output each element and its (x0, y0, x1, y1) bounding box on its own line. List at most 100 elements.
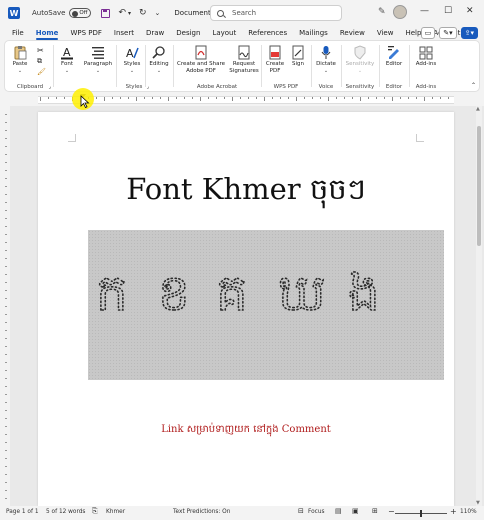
ruler-tick (176, 97, 177, 99)
share-button[interactable]: ⇪▾ (460, 27, 478, 39)
ruler-tick (280, 97, 281, 99)
ruler-tick (424, 97, 425, 101)
minimize-button[interactable]: — (420, 6, 429, 16)
search-box[interactable]: Search (210, 5, 342, 21)
undo-dropdown-icon[interactable]: ▾ (128, 10, 131, 17)
ruler-tick (352, 97, 353, 99)
sign-button[interactable]: Sign (287, 43, 309, 68)
create-pdf-label: Create PDF (265, 61, 285, 74)
add-ins-group-label: Add-ins (415, 84, 437, 90)
copy-icon[interactable]: ⧉ (37, 57, 42, 66)
customize-toolbar-icon[interactable]: ⌄ (155, 9, 161, 17)
ruler-tick (432, 97, 433, 99)
search-icon (217, 9, 224, 17)
create-share-adobe-pdf-button[interactable]: Create and Share Adobe PDF (176, 43, 226, 74)
styles-icon: A (125, 45, 140, 60)
maximize-button[interactable]: ☐ (444, 6, 452, 16)
zoom-out-button[interactable]: − (388, 507, 395, 516)
focus-icon[interactable]: ⊟ (298, 507, 304, 515)
word-count[interactable]: 5 of 12 words (46, 509, 85, 515)
sensitivity-chevron-icon: ⌄ (357, 67, 363, 74)
search-placeholder: Search (232, 9, 257, 17)
tab-wps-pdf[interactable]: WPS PDF (70, 26, 101, 40)
create-pdf-button[interactable]: Create PDF (263, 43, 287, 74)
autosave-toggle[interactable]: Off (69, 8, 92, 18)
document-page[interactable]: Font Khmer ចុចៗ ក ខ គ ឃ ង Link សម្រាប់ទា… (38, 112, 454, 506)
ruler-tick (5, 354, 7, 355)
ruler-tick (5, 290, 7, 291)
ruler-tick (344, 97, 345, 99)
tab-view[interactable]: View (377, 26, 394, 40)
tab-insert[interactable]: Insert (114, 26, 134, 40)
ruler-tick (200, 97, 201, 101)
zoom-in-button[interactable]: + (450, 507, 457, 516)
editing-mode-button[interactable]: ✎▾ (439, 27, 457, 39)
page-count[interactable]: Page 1 of 1 (6, 509, 39, 515)
zoom-slider-thumb[interactable] (420, 510, 422, 517)
clipboard-launcher-icon[interactable]: ⌟ (49, 84, 51, 90)
text-predictions[interactable]: Text Predictions: On (173, 509, 230, 515)
editor-icon (387, 45, 402, 60)
avatar[interactable] (393, 5, 407, 19)
scroll-up-icon[interactable]: ▲ (476, 106, 480, 112)
ruler-tick (5, 482, 7, 483)
ruler-tick (304, 97, 305, 99)
pen-icon[interactable]: ✎ (378, 7, 386, 17)
web-layout-icon[interactable]: ⊞ (372, 507, 378, 515)
add-ins-button[interactable]: Add-ins (414, 43, 438, 68)
editor-button[interactable]: Editor (382, 43, 406, 68)
paragraph-icon (91, 45, 106, 60)
scrollbar-thumb[interactable] (477, 126, 481, 246)
khmer-dotted-letters-image[interactable]: ក ខ គ ឃ ង (88, 230, 444, 380)
adobe-pdf-icon (194, 45, 209, 60)
close-button[interactable]: ✕ (466, 6, 474, 16)
adobe-acrobat-group-label: Adobe Acrobat (196, 84, 238, 90)
redo-icon[interactable]: ↻ (139, 8, 147, 18)
editing-button[interactable]: Editing ⌄ (147, 43, 171, 74)
paragraph-chevron-icon: ⌄ (95, 67, 101, 74)
print-layout-icon[interactable]: ▣ (352, 507, 359, 515)
collapse-ribbon-icon[interactable]: ⌃ (471, 82, 476, 89)
cut-icon[interactable]: ✂ (37, 46, 44, 55)
format-painter-icon[interactable]: 🖌 (37, 68, 46, 76)
dictate-button[interactable]: Dictate ⌄ (314, 43, 338, 74)
request-signatures-button[interactable]: Request Signatures (228, 43, 260, 74)
ruler-tick (5, 418, 7, 419)
save-icon[interactable] (101, 8, 111, 18)
ruler-tick (5, 282, 7, 283)
ruler-tick (272, 97, 273, 99)
tab-layout[interactable]: Layout (212, 26, 236, 40)
focus-label[interactable]: Focus (308, 509, 325, 515)
tab-mailings[interactable]: Mailings (299, 26, 328, 40)
tab-draw[interactable]: Draw (146, 26, 164, 40)
tab-design[interactable]: Design (176, 26, 200, 40)
tab-help[interactable]: Help (405, 26, 421, 40)
ruler-tick (5, 178, 7, 179)
comments-button[interactable]: ▭ (420, 27, 436, 39)
read-mode-icon[interactable]: ▤ (335, 507, 342, 515)
ruler-tick (5, 186, 7, 187)
undo-icon[interactable]: ↶ (118, 8, 126, 18)
ruler-tick (5, 194, 7, 195)
styles-button[interactable]: A Styles ⌄ (121, 43, 143, 74)
vertical-scrollbar[interactable]: ▲ ▼ (476, 106, 482, 506)
sign-icon (291, 45, 306, 60)
paragraph-button[interactable]: Paragraph ⌄ (81, 43, 115, 74)
link-comment-text: Link សម្រាប់ទាញយក នៅក្នុង Comment (161, 424, 331, 435)
ruler-tick (168, 97, 169, 101)
paste-button[interactable]: Paste ⌄ (9, 43, 31, 74)
tab-review[interactable]: Review (340, 26, 365, 40)
sensitivity-button[interactable]: Sensitivity ⌄ (342, 43, 378, 74)
ruler-tick (5, 258, 7, 259)
zoom-level[interactable]: 110% (460, 509, 477, 515)
tab-home[interactable]: Home (35, 26, 58, 40)
paragraph-group: Paragraph ⌄ (81, 43, 115, 91)
tab-references[interactable]: References (248, 26, 287, 40)
ruler-tick (5, 322, 7, 323)
tab-file[interactable]: File (12, 26, 24, 40)
font-button[interactable]: A Font ⌄ (55, 43, 79, 74)
language[interactable]: Khmer (106, 509, 125, 515)
ruler-tick (5, 130, 7, 131)
vertical-ruler[interactable] (2, 106, 10, 507)
proofing-icon[interactable]: ⎘ (92, 507, 98, 516)
